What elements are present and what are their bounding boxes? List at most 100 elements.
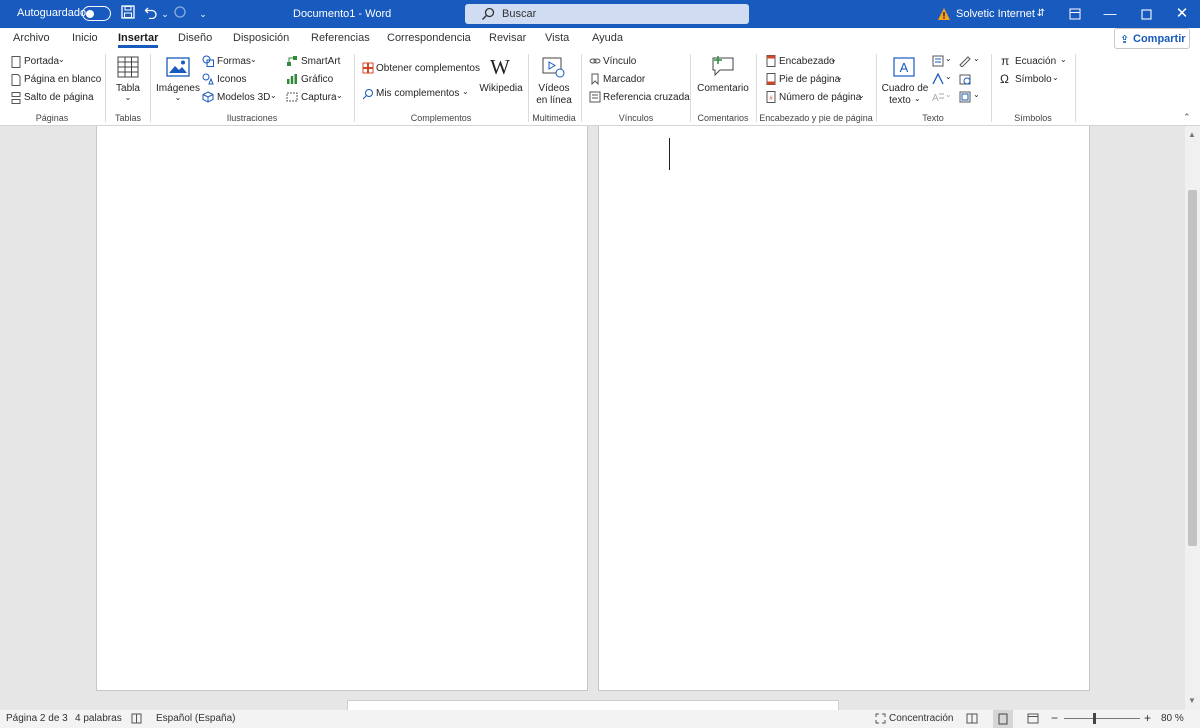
print-layout-button[interactable] [993,710,1013,728]
maximize-button[interactable] [1135,4,1157,24]
page-break-button[interactable]: Salto de página [24,92,94,103]
zoom-out-button[interactable]: − [1051,711,1058,725]
portada-button[interactable]: Portada [24,56,59,67]
chevron-down-icon[interactable]: ⌄ [112,93,144,102]
vertical-scrollbar[interactable]: ▲ ▼ [1185,126,1200,710]
search-box[interactable]: Buscar [465,4,749,24]
blank-page-button[interactable]: Página en blanco [24,74,101,85]
chevron-down-icon[interactable]: ⌄ [336,91,343,100]
equation-button[interactable]: Ecuación [1015,56,1056,67]
chevron-down-icon[interactable]: ⌄ [1060,55,1067,64]
chevron-down-icon[interactable]: ⌄ [1052,73,1059,82]
save-icon[interactable] [119,5,137,23]
language-indicator[interactable]: Español (España) [156,713,236,724]
chevron-down-icon[interactable]: ⌄ [973,90,980,99]
comment-icon[interactable] [711,55,735,77]
footer-icon [766,73,776,85]
read-mode-icon[interactable] [966,713,978,727]
footer-button[interactable]: Pie de página [779,74,840,85]
header-button[interactable]: Encabezado [779,56,835,67]
online-video-label-1[interactable]: Vídeos [532,83,576,94]
online-video-icon[interactable] [542,57,566,79]
online-video-label-2[interactable]: en línea [532,95,576,106]
chevron-down-icon[interactable]: ⌄ [858,91,865,100]
wikipedia-button[interactable]: Wikipedia [478,83,524,94]
page-number-button[interactable]: Número de página [779,92,861,103]
chevron-down-icon[interactable]: ⌄ [914,94,921,103]
tab-diseno[interactable]: Diseño [178,32,212,44]
document-page-2[interactable] [598,126,1090,691]
cross-reference-button[interactable]: Referencia cruzada [603,92,690,103]
chevron-down-icon[interactable]: ⌄ [156,93,200,102]
3d-models-button[interactable]: Modelos 3D [217,92,270,103]
tab-correspondencia[interactable]: Correspondencia [387,32,471,44]
icons-button[interactable]: Iconos [217,74,246,85]
smartart-button[interactable]: SmartArt [301,56,340,67]
shapes-button[interactable]: Formas [217,56,251,67]
share-button[interactable]: ⇪ Compartir [1114,28,1190,49]
tab-insertar[interactable]: Insertar [118,32,159,48]
symbol-button[interactable]: Símbolo [1015,74,1052,85]
blank-page-icon [11,74,21,86]
wikipedia-icon[interactable]: W [490,55,510,80]
customize-toolbar-icon[interactable]: ⌄ [194,5,212,23]
minimize-button[interactable]: — [1099,4,1121,24]
page-indicator[interactable]: Página 2 de 3 [6,713,68,724]
autosave-toggle[interactable] [82,6,111,21]
tab-revisar[interactable]: Revisar [489,32,526,44]
chevron-down-icon[interactable]: ⌄ [945,72,952,81]
scrollbar-thumb[interactable] [1188,190,1197,546]
tab-inicio[interactable]: Inicio [72,32,98,44]
tab-disposicion[interactable]: Disposición [233,32,289,44]
group-separator [1075,54,1076,122]
group-label-encabezado: Encabezado y pie de página [759,113,873,123]
document-page-1[interactable] [96,126,588,691]
scroll-up-icon[interactable]: ▲ [1188,130,1196,139]
get-addins-button[interactable]: Obtener complementos [376,63,480,74]
chevron-down-icon[interactable]: ⌄ [836,73,843,82]
table-icon[interactable] [117,56,139,78]
text-box-icon[interactable]: A [892,56,916,78]
word-count[interactable]: 4 palabras [75,713,122,724]
tab-vista[interactable]: Vista [545,32,569,44]
chart-button[interactable]: Gráfico [301,74,333,85]
my-addins-button[interactable]: Mis complementos [376,88,459,99]
pen-icon[interactable]: ⇵ [1030,4,1052,24]
zoom-level[interactable]: 80 % [1161,713,1184,724]
tab-ayuda[interactable]: Ayuda [592,32,623,44]
web-layout-icon[interactable] [1027,713,1039,727]
proofing-icon[interactable] [131,713,142,727]
chevron-down-icon[interactable]: ⌄ [270,91,277,100]
ribbon-display-icon[interactable] [1064,4,1086,24]
object-icon[interactable] [959,91,971,103]
tab-archivo[interactable]: Archivo [13,32,50,44]
scroll-down-icon[interactable]: ▼ [1188,696,1196,705]
collapse-ribbon-icon[interactable]: ⌃ [1183,112,1191,123]
comment-button[interactable]: Comentario [694,83,752,94]
quick-parts-icon[interactable] [932,55,944,67]
screenshot-button[interactable]: Captura [301,92,337,103]
chevron-down-icon[interactable]: ⌄ [250,55,257,64]
chevron-down-icon[interactable]: ⌄ [973,54,980,63]
text-box-label-1[interactable]: Cuadro de [880,83,930,94]
warning-icon[interactable] [937,7,951,21]
signature-line-icon[interactable] [959,55,971,67]
images-icon[interactable] [166,57,190,77]
zoom-in-button[interactable]: + [1144,711,1151,725]
chevron-down-icon[interactable]: ⌄ [462,87,469,96]
tab-referencias[interactable]: Referencias [311,32,370,44]
bookmark-button[interactable]: Marcador [603,74,645,85]
focus-icon[interactable] [875,713,886,727]
document-canvas[interactable] [0,126,1185,710]
zoom-slider-thumb[interactable] [1093,713,1096,724]
link-button[interactable]: Vínculo [603,56,636,67]
chevron-down-icon[interactable]: ⌄ [945,54,952,63]
chevron-down-icon[interactable]: ⌄ [830,55,837,64]
chevron-down-icon[interactable]: ⌄ [58,55,65,64]
close-button[interactable]: ✕ [1171,4,1193,24]
zoom-slider[interactable] [1064,718,1140,719]
date-time-icon[interactable] [959,73,971,85]
focus-mode-button[interactable]: Concentración [889,713,953,724]
wordart-icon[interactable] [932,73,944,85]
user-name[interactable]: Solvetic Internet [956,8,1035,20]
